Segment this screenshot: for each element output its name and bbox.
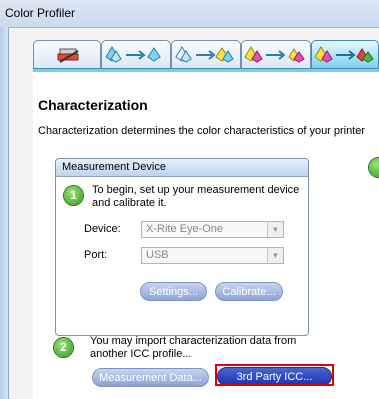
client-area: Characterization Characterization determ… [9, 28, 379, 399]
color-droplets-arrow-icon [175, 46, 234, 63]
color-droplets-arrow-icon [314, 46, 374, 63]
measurement-device-group: Measurement Device 1 To begin, set up yo… [55, 158, 309, 336]
port-select-value: USB [146, 249, 169, 261]
tab-conversion-2[interactable] [171, 40, 241, 68]
tab-printer[interactable] [33, 40, 101, 68]
group-header: Measurement Device [56, 159, 308, 177]
page-description: Characterization determines the color ch… [38, 125, 366, 137]
color-droplets-arrow-icon [244, 46, 305, 63]
calibrate-button[interactable]: Calibrate... [215, 282, 283, 301]
device-select-value: X-Rite Eye-One [146, 223, 224, 235]
window-frame [0, 27, 9, 399]
printer-tray-icon [57, 48, 79, 63]
tab-characterization[interactable] [311, 40, 379, 68]
step-1-icon: 1 [64, 186, 83, 205]
measurement-data-button[interactable]: Measurement Data... [92, 368, 209, 387]
tab-conversion-1[interactable] [101, 40, 171, 68]
color-droplets-arrow-icon [105, 46, 161, 63]
tab-conversion-3[interactable] [241, 40, 311, 68]
port-label: Port: [84, 249, 108, 261]
highlight-box [215, 364, 334, 386]
import-instruction: You may import characterization data fro… [90, 335, 297, 360]
step-2-icon: 2 [54, 338, 73, 357]
device-label: Device: [84, 223, 121, 235]
measurement-instruction: To begin, set up your measurement device… [92, 184, 300, 209]
settings-button[interactable]: Settings... [140, 282, 207, 301]
chevron-down-icon[interactable]: ▼ [267, 248, 283, 263]
device-select[interactable]: X-Rite Eye-One ▼ [141, 221, 284, 238]
page-title: Characterization [38, 97, 148, 113]
title-bar: Color Profiler [0, 0, 379, 28]
chevron-down-icon[interactable]: ▼ [267, 222, 283, 237]
window-title: Color Profiler [5, 6, 76, 20]
port-select[interactable]: USB ▼ [141, 247, 284, 264]
